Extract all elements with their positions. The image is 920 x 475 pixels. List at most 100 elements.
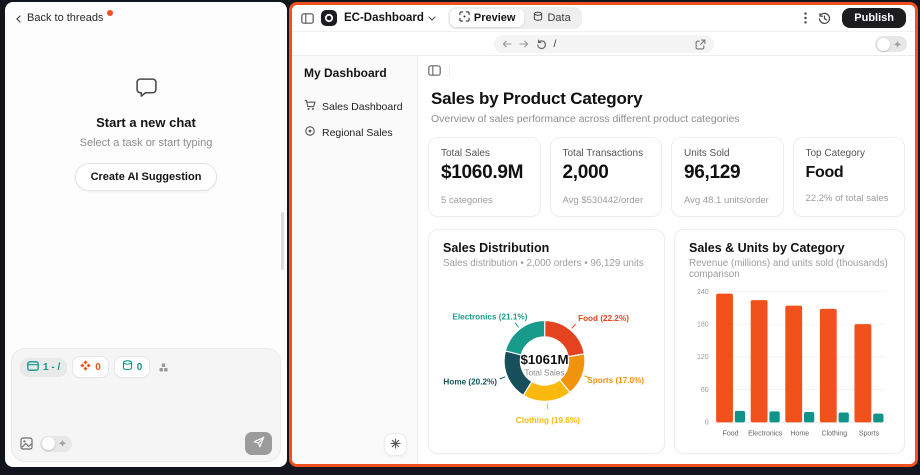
sparkle-icon: [893, 40, 902, 49]
chevron-down-icon: [428, 12, 436, 24]
blocks-icon[interactable]: [158, 362, 169, 373]
toolbar-right: Publish: [804, 8, 906, 28]
refresh-icon[interactable]: [536, 39, 547, 50]
svg-text:$1061M: $1061M: [520, 352, 568, 367]
chat-empty-state: Start a new chat Select a task or start …: [5, 76, 287, 191]
sidebar-item-label: Sales Dashboard: [322, 101, 403, 113]
stat-note: Avg $530442/order: [563, 195, 650, 206]
image-attach-icon[interactable]: [20, 437, 33, 450]
history-icon[interactable]: [818, 12, 831, 25]
project-name-dropdown[interactable]: EC-Dashboard: [344, 12, 436, 24]
chart-subtitle: Sales distribution • 2,000 orders • 96,1…: [443, 258, 650, 269]
svg-text:240: 240: [697, 289, 709, 296]
svg-text:Sports (17.0%): Sports (17.0%): [587, 376, 644, 385]
chat-panel: Back to threads Start a new chat Select …: [5, 2, 287, 467]
tab-data[interactable]: Data: [524, 9, 579, 27]
preview-ai-toggle[interactable]: [875, 36, 907, 52]
stat-note: 5 categories: [441, 195, 528, 206]
stat-card-total-transactions: Total Transactions 2,000 Avg $530442/ord…: [550, 137, 663, 217]
stats-row: Total Sales $1060.9M 5 categories Total …: [428, 137, 905, 217]
shopping-cart-icon: [304, 99, 316, 114]
data-count-label: 0: [137, 362, 143, 373]
svg-text:120: 120: [697, 354, 709, 361]
sidebar-action-button[interactable]: [384, 433, 407, 456]
stat-note: Avg 48.1 units/order: [684, 195, 771, 206]
page-count-label: 1 - /: [43, 362, 60, 373]
stat-card-units-sold: Units Sold 96,129 Avg 48.1 units/order: [671, 137, 784, 217]
composer-toolbar: [20, 432, 272, 455]
divider: [449, 64, 450, 76]
sales-units-card: Sales & Units by Category Revenue (milli…: [674, 229, 905, 454]
url-bar[interactable]: /: [494, 35, 714, 53]
panel-left-icon[interactable]: [301, 13, 314, 24]
tab-preview[interactable]: Preview: [450, 9, 525, 27]
url-path: /: [554, 38, 557, 50]
toggle-knob: [877, 38, 890, 51]
toggle-knob: [42, 437, 55, 450]
tab-preview-label: Preview: [474, 12, 516, 24]
stat-label: Total Transactions: [563, 148, 650, 159]
svg-text:Home: Home: [790, 430, 809, 437]
svg-text:Food: Food: [723, 430, 739, 437]
stat-value: Food: [806, 164, 893, 182]
svg-text:180: 180: [697, 322, 709, 329]
stat-label: Units Sold: [684, 148, 771, 159]
forward-arrow-icon[interactable]: [519, 40, 529, 48]
project-name-label: EC-Dashboard: [344, 12, 424, 24]
asterisk-icon: [390, 436, 401, 454]
dashboard-sidebar: My Dashboard Sales Dashboard Regional Sa…: [292, 56, 418, 464]
sidebar-title: My Dashboard: [292, 66, 417, 80]
chart-title: Sales & Units by Category: [689, 241, 890, 255]
ai-mode-toggle[interactable]: [40, 436, 72, 452]
svg-text:Clothing: Clothing: [822, 430, 848, 437]
preview-url-row: /: [292, 31, 915, 56]
sidebar-item-sales-dashboard[interactable]: Sales Dashboard: [292, 95, 417, 118]
empty-state-title: Start a new chat: [5, 115, 287, 130]
svg-text:Clothing (19.6%): Clothing (19.6%): [516, 416, 580, 425]
sidebar-item-regional-sales[interactable]: Regional Sales: [292, 121, 417, 144]
svg-text:0: 0: [705, 420, 709, 427]
kebab-menu-icon[interactable]: [804, 12, 807, 24]
stat-value: 2,000: [563, 162, 650, 184]
create-ai-suggestion-button[interactable]: Create AI Suggestion: [75, 163, 218, 191]
page-title: Sales by Product Category: [431, 89, 902, 109]
sales-distribution-card: Sales Distribution Sales distribution • …: [428, 229, 665, 454]
scan-frame-icon: [459, 11, 470, 25]
preview-content: My Dashboard Sales Dashboard Regional Sa…: [292, 56, 915, 464]
location-target-icon: [304, 125, 316, 140]
stat-note: 22.2% of total sales: [806, 193, 893, 204]
project-logo-icon: [321, 10, 337, 26]
tab-data-label: Data: [547, 12, 570, 24]
svg-text:Electronics (21.1%): Electronics (21.1%): [452, 313, 527, 322]
paper-plane-icon: [253, 435, 265, 453]
stat-label: Total Sales: [441, 148, 528, 159]
errors-badge[interactable]: 0: [72, 356, 109, 378]
page-count-badge[interactable]: 1 - /: [20, 358, 67, 377]
publish-button[interactable]: Publish: [842, 8, 906, 28]
chat-bubble-icon: [135, 86, 158, 103]
sales-distribution-chart: Food (22.2%)Sports (17.0%)Clothing (19.6…: [443, 272, 650, 442]
scrollbar-thumb[interactable]: [281, 212, 284, 270]
chat-composer[interactable]: 1 - / 0 0: [11, 348, 281, 462]
collapse-sidebar-icon[interactable]: [428, 65, 441, 76]
database-icon: [122, 360, 133, 374]
stat-value: 96,129: [684, 162, 771, 184]
stat-value: $1060.9M: [441, 162, 528, 184]
composer-badges: 1 - / 0 0: [20, 356, 272, 378]
editor-panel: EC-Dashboard Preview Data: [289, 2, 918, 467]
components-icon: [80, 360, 91, 374]
notification-dot: [107, 10, 113, 16]
chart-title: Sales Distribution: [443, 241, 650, 255]
sales-units-chart: 060120180240FoodElectronicsHomeClothingS…: [689, 283, 890, 442]
back-to-threads-link[interactable]: Back to threads: [5, 2, 113, 26]
empty-state-subtitle: Select a task or start typing: [5, 137, 287, 149]
sidebar-item-label: Regional Sales: [322, 127, 393, 139]
sparkle-icon: [58, 439, 67, 448]
external-link-icon[interactable]: [695, 39, 706, 50]
data-sources-badge[interactable]: 0: [114, 356, 151, 378]
back-arrow-icon[interactable]: [502, 40, 512, 48]
stat-card-top-category: Top Category Food 22.2% of total sales: [793, 137, 906, 217]
stat-label: Top Category: [806, 148, 893, 159]
send-button[interactable]: [245, 432, 272, 455]
page-subtitle: Overview of sales performance across dif…: [431, 113, 902, 125]
